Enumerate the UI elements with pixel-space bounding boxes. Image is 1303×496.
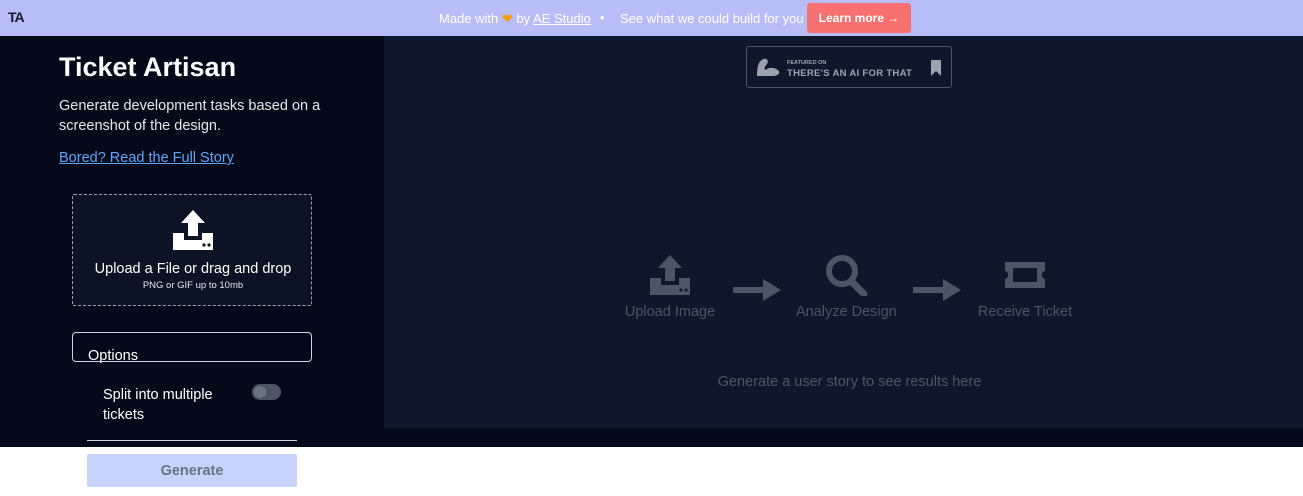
heart-icon: ❤ [501, 11, 513, 26]
bookmark-icon [931, 60, 941, 76]
badge-featured-on: FEATURED ON [787, 60, 827, 66]
step-label: Upload Image [624, 304, 716, 320]
toggle-knob [254, 386, 266, 398]
made-with-text: Made with ❤ by AE Studio [439, 11, 591, 27]
by-label: by [516, 11, 531, 26]
results-panel-footer [384, 428, 1303, 447]
split-tickets-toggle[interactable] [252, 384, 281, 400]
step-receive-ticket: Receive Ticket [975, 254, 1075, 320]
generate-button[interactable]: Generate [87, 454, 297, 487]
ae-studio-link[interactable]: AE Studio [533, 11, 591, 26]
upload-dropzone[interactable]: Upload a File or drag and drop PNG or GI… [72, 194, 312, 306]
full-story-link[interactable]: Bored? Read the Full Story [59, 150, 234, 166]
learn-more-button[interactable]: Learn more → [807, 3, 911, 33]
results-placeholder: Generate a user story to see results her… [717, 374, 982, 390]
muscle-arm-icon [757, 58, 780, 76]
results-panel: FEATURED ON THERE'S AN AI FOR THAT Uploa… [384, 36, 1303, 428]
ta-logo[interactable]: TA [8, 9, 25, 25]
upload-icon [173, 210, 213, 250]
ticket-icon [1005, 262, 1045, 288]
promo-banner: TA Made with ❤ by AE Studio • See what w… [0, 0, 1303, 36]
arrow-right-icon [913, 279, 961, 301]
options-label: Options [88, 348, 138, 364]
arrow-right-icon [733, 279, 781, 301]
upload-image-icon [650, 255, 690, 295]
step-upload-image: Upload Image [620, 254, 720, 320]
upload-title: Upload a File or drag and drop [94, 261, 292, 277]
badge-title: THERE'S AN AI FOR THAT [787, 68, 913, 79]
page-description: Generate development tasks based on a sc… [59, 98, 321, 134]
options-divider [87, 440, 297, 441]
step-analyze-design: Analyze Design [796, 254, 897, 320]
step-label: Analyze Design [796, 304, 897, 320]
split-tickets-label: Split into multiple tickets [103, 387, 213, 423]
made-with-label: Made with [439, 11, 499, 26]
upload-subtitle: PNG or GIF up to 10mb [142, 280, 244, 291]
sidebar: Ticket Artisan Generate development task… [0, 36, 384, 447]
options-panel[interactable]: Options [72, 332, 312, 364]
page-title: Ticket Artisan [59, 52, 237, 82]
step-label: Receive Ticket [977, 304, 1073, 320]
banner-separator: • [600, 10, 605, 25]
magnifier-icon [826, 255, 868, 296]
see-what-text: See what we could build for you [620, 11, 804, 26]
aiforthat-badge[interactable]: FEATURED ON THERE'S AN AI FOR THAT [746, 46, 952, 88]
